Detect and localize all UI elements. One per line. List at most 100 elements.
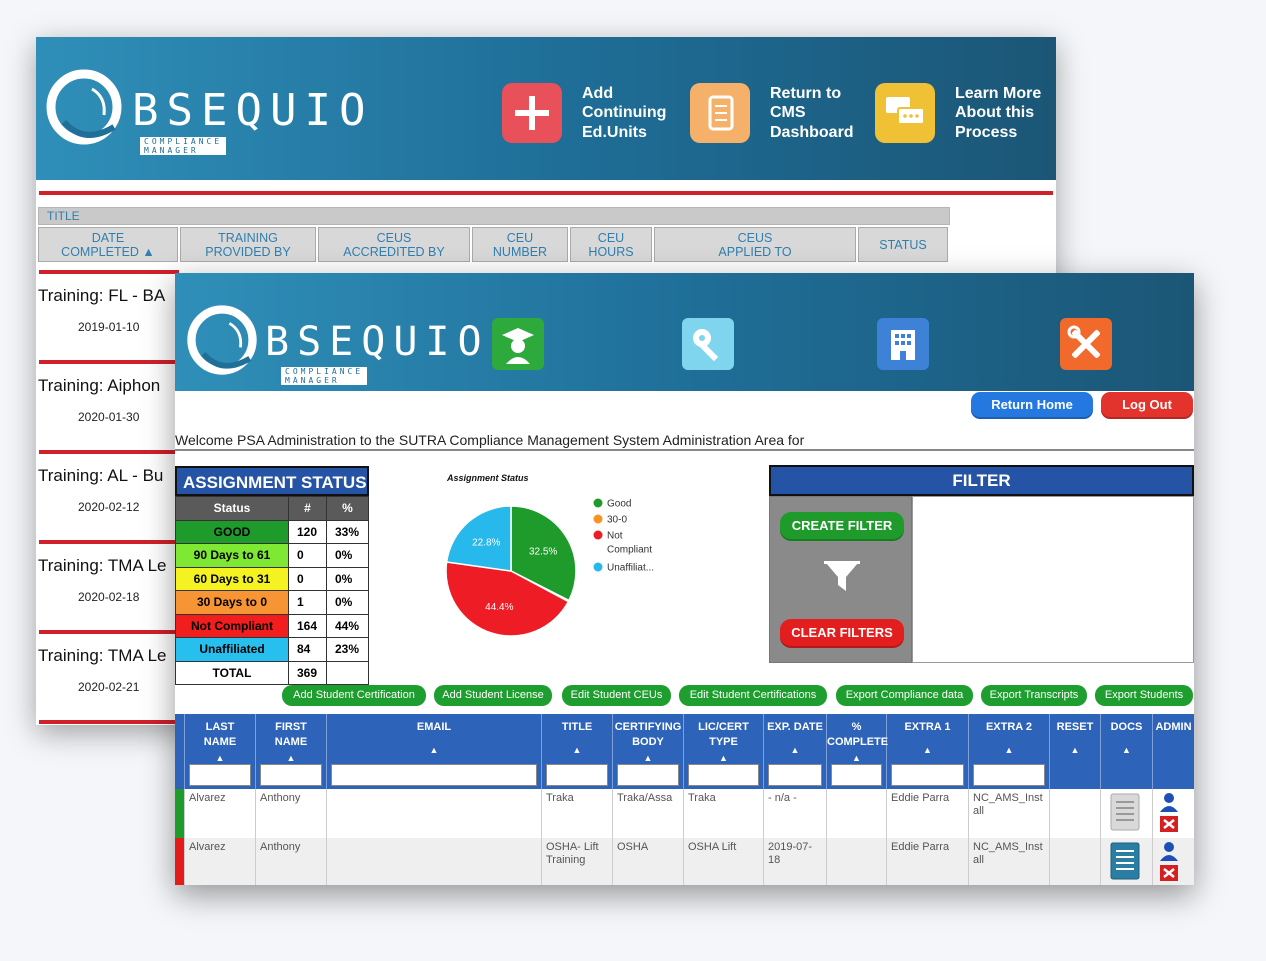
edit-student-certifications-button[interactable]: Edit Student Certifications: [679, 685, 827, 706]
col-extra-1[interactable]: EXTRA 1 ▲: [887, 714, 969, 789]
col-date-completed[interactable]: DATE COMPLETED ▲: [38, 227, 178, 262]
obsequio-logo: BSEQUIO COMPLIANCE MANAGER: [44, 67, 365, 155]
row-separator: [39, 270, 179, 274]
col-ceu-hours[interactable]: CEU HOURS: [570, 227, 652, 262]
training-row[interactable]: Training: TMA Le 2020-02-21: [36, 646, 186, 694]
col-percent-complete[interactable]: % COMPLETE ▲: [827, 714, 888, 789]
status-good[interactable]: GOOD: [175, 519, 289, 544]
col-email[interactable]: EMAIL ▲: [327, 714, 542, 789]
legend-item[interactable]: Unaffiliat...: [593, 562, 655, 574]
legend-label: Not: [607, 531, 623, 542]
company-profile-nav[interactable]: Company Profile: [860, 302, 945, 420]
status-30-days[interactable]: 30 Days to 0: [175, 590, 289, 615]
obsequio-logo: BSEQUIO COMPLIANCE MANAGER: [185, 303, 482, 385]
training-row[interactable]: Training: FL - BA 2019-01-10: [36, 286, 186, 334]
status-60-days[interactable]: 60 Days to 31: [175, 566, 289, 591]
back-column-headers: DATE COMPLETED ▲ TRAINING PROVIDED BY CE…: [38, 227, 950, 262]
document-icon[interactable]: [1105, 792, 1145, 832]
chat-icon: [875, 83, 935, 143]
row-separator: [39, 540, 179, 544]
legend-item[interactable]: Good: [593, 498, 632, 510]
return-cms-dashboard-button[interactable]: Return to CMS Dashboard: [690, 83, 854, 143]
log-out-button[interactable]: Log Out: [1101, 392, 1193, 419]
assignment-status-table: Status # % GOOD 120 33% 90 Days to 61 0 …: [175, 496, 369, 685]
graduate-icon: [491, 318, 544, 370]
legend-swatch: [593, 514, 603, 524]
col-exp-date[interactable]: EXP. DATE ▲: [764, 714, 827, 789]
welcome-divider: [175, 449, 1194, 451]
legend-item[interactable]: 30-0: [593, 514, 628, 526]
legend-swatch: [593, 562, 603, 572]
legend-item[interactable]: Not Compliant: [593, 530, 653, 556]
status-90-days[interactable]: 90 Days to 61: [175, 543, 289, 568]
col-reset[interactable]: RESET ▲: [1050, 714, 1101, 789]
col-docs[interactable]: DOCS ▲: [1101, 714, 1153, 789]
title-filter-input[interactable]: [546, 764, 608, 786]
pie-data-label: 32.5%: [529, 546, 557, 557]
key-icon: [681, 318, 734, 370]
col-training-provided-by[interactable]: TRAINING PROVIDED BY: [180, 227, 316, 262]
student-management-nav[interactable]: Student Management: [470, 302, 565, 420]
table-row[interactable]: Alvarez Anthony Traka Traka/Assa Traka -…: [175, 789, 1194, 838]
col-status[interactable]: STATUS: [858, 227, 948, 262]
percent-complete-filter-input[interactable]: [831, 764, 882, 786]
filter-panel: FILTER CREATE FILTER CLEAR FILTERS: [769, 465, 1194, 663]
legend-swatch: [593, 530, 603, 540]
export-transcripts-button[interactable]: Export Transcripts: [981, 685, 1087, 706]
header-divider: [39, 191, 1053, 195]
plus-icon: [502, 83, 562, 143]
learn-more-button[interactable]: Learn More About this Process: [875, 83, 1041, 143]
export-students-button[interactable]: Export Students: [1095, 685, 1193, 706]
settings-nav[interactable]: Settings: [1050, 302, 1122, 404]
extra-1-filter-input[interactable]: [891, 764, 964, 786]
admin-user-delete-icon[interactable]: [1157, 792, 1181, 834]
row-separator: [39, 630, 179, 634]
email-filter-input[interactable]: [331, 764, 537, 786]
training-row[interactable]: Training: AL - Bu 2020-02-12: [36, 466, 186, 514]
col-lic-cert-type[interactable]: LIC/CERT TYPE ▲: [684, 714, 764, 789]
col-ceus-accredited-by[interactable]: CEUS ACCREDITED BY: [318, 227, 470, 262]
exp-date-filter-input[interactable]: [768, 764, 822, 786]
assignment-status-chart: Assignment Status 32.5% 44.4% 22.8% Good 30-…: [415, 469, 685, 644]
extra-2-filter-input[interactable]: [973, 764, 1045, 786]
training-row[interactable]: Training: Aiphon 2020-01-30: [36, 376, 186, 424]
administrator-management-nav[interactable]: Administrator Management: [655, 302, 760, 420]
return-home-button[interactable]: Return Home: [971, 392, 1093, 419]
legend-label: 30-0: [607, 515, 627, 526]
tools-icon: [1060, 318, 1112, 370]
chart-title: Assignment Status: [446, 473, 529, 483]
document-icon[interactable]: [1105, 841, 1145, 881]
status-unaffiliated[interactable]: Unaffiliated: [175, 637, 289, 662]
document-icon: [690, 83, 750, 143]
pie-chart-svg: Assignment Status 32.5% 44.4% 22.8% Good 30-…: [445, 473, 655, 637]
training-row[interactable]: Training: TMA Le 2020-02-18: [36, 556, 186, 604]
certifying-body-filter-input[interactable]: [617, 764, 679, 786]
create-filter-button[interactable]: CREATE FILTER: [780, 512, 904, 541]
admin-user-delete-icon[interactable]: [1157, 841, 1181, 883]
add-student-certification-button[interactable]: Add Student Certification: [282, 685, 426, 706]
add-ceu-button[interactable]: Add Continuing Ed.Units: [502, 83, 666, 143]
filter-results-area: [912, 496, 1194, 663]
export-compliance-data-button[interactable]: Export Compliance data: [836, 685, 973, 706]
last-name-filter-input[interactable]: [189, 764, 251, 786]
table-row[interactable]: Alvarez Anthony OSHA- Lift Training OSHA…: [175, 838, 1194, 885]
col-first-name[interactable]: FIRST NAME ▲: [256, 714, 327, 789]
filter-title: FILTER: [769, 465, 1194, 496]
status-color-bar: [175, 789, 185, 838]
col-title[interactable]: TITLE ▲: [542, 714, 613, 789]
status-not-compliant[interactable]: Not Compliant: [175, 613, 289, 638]
col-last-name[interactable]: LAST NAME ▲: [185, 714, 256, 789]
col-ceus-applied-to[interactable]: CEUS APPLIED TO: [654, 227, 856, 262]
status-total-label: TOTAL: [175, 660, 289, 685]
edit-student-ceus-button[interactable]: Edit Student CEUs: [562, 685, 671, 706]
title-column-header[interactable]: TITLE: [38, 207, 950, 225]
col-certifying-body[interactable]: CERTIFYING BODY ▲: [613, 714, 684, 789]
add-student-license-button[interactable]: Add Student License: [434, 685, 552, 706]
col-ceu-number[interactable]: CEU NUMBER: [472, 227, 568, 262]
col-admin[interactable]: ADMIN: [1153, 714, 1194, 789]
first-name-filter-input[interactable]: [260, 764, 322, 786]
row-separator: [39, 720, 179, 724]
col-extra-2[interactable]: EXTRA 2 ▲: [969, 714, 1050, 789]
clear-filters-button[interactable]: CLEAR FILTERS: [780, 619, 904, 648]
lic-cert-type-filter-input[interactable]: [688, 764, 759, 786]
